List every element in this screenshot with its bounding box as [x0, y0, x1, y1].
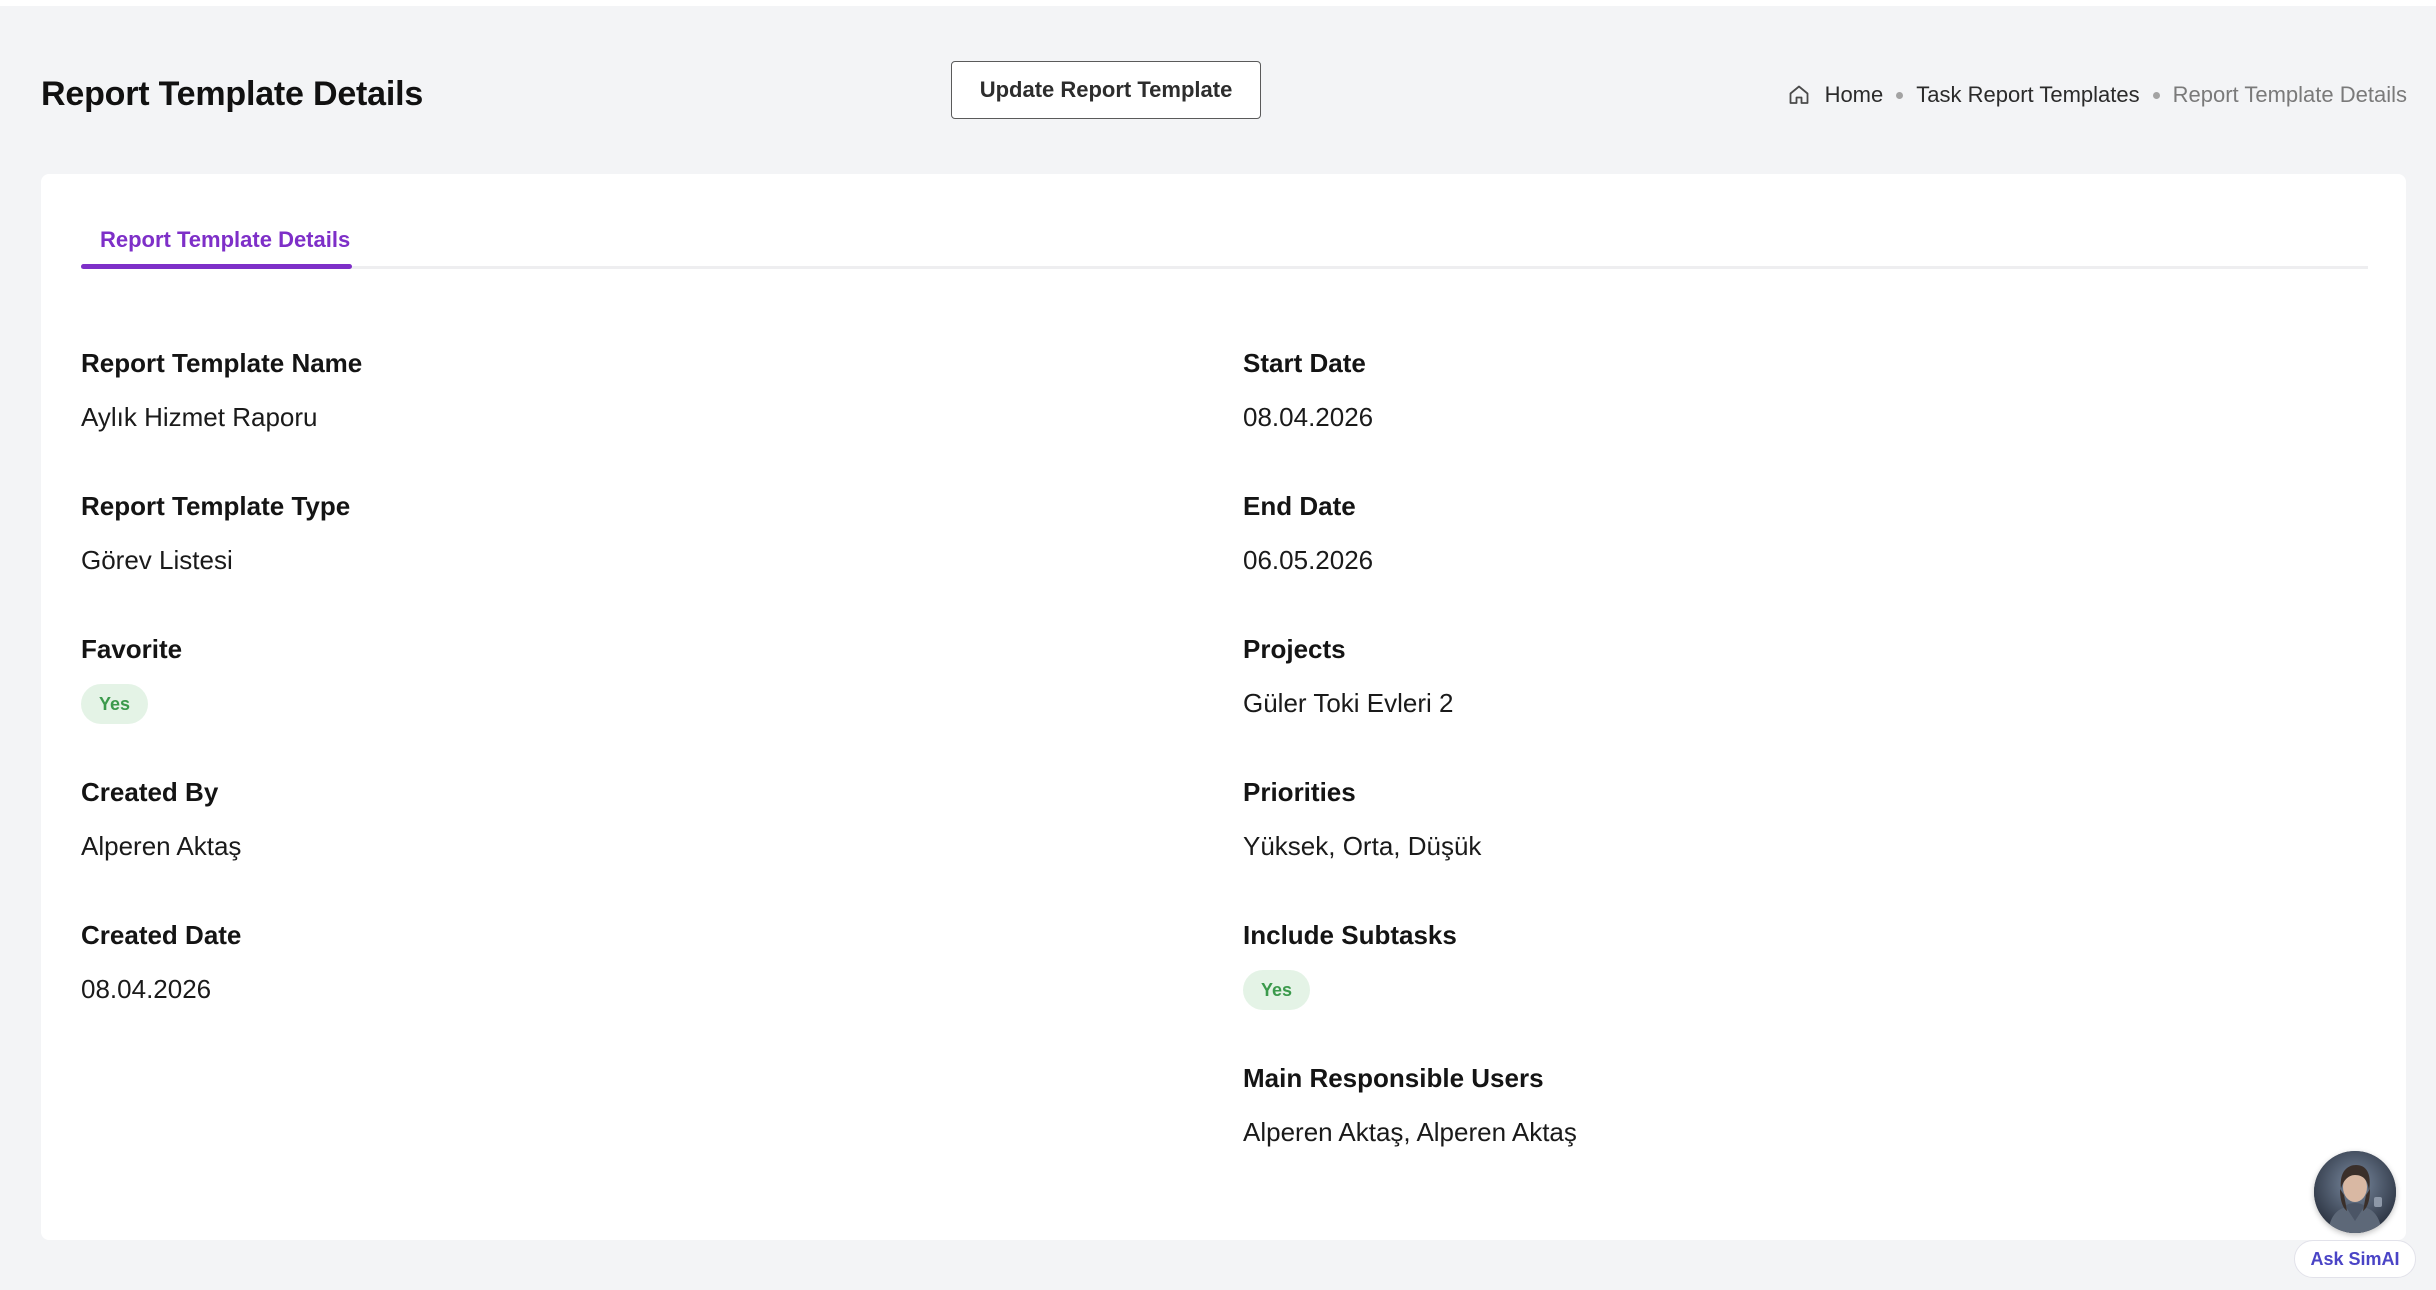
- field-label: End Date: [1243, 491, 1356, 521]
- tab-bar: Report Template Details: [81, 214, 2368, 269]
- breadcrumb-current: Report Template Details: [2172, 82, 2407, 107]
- field-value: Aylık Hizmet Raporu: [81, 402, 318, 432]
- field-projects: Projects Güler Toki Evleri 2: [1243, 632, 2343, 775]
- update-report-template-button[interactable]: Update Report Template: [951, 61, 1261, 119]
- field-report-template-name: Report Template Name Aylık Hizmet Raporu: [81, 346, 1181, 489]
- ask-simai-button[interactable]: Ask SimAI: [2294, 1240, 2416, 1278]
- field-label: Main Responsible Users: [1243, 1063, 1544, 1093]
- field-label: Priorities: [1243, 777, 1356, 807]
- field-label: Favorite: [81, 634, 183, 664]
- breadcrumb-separator: [1896, 91, 1904, 99]
- field-label: Projects: [1243, 634, 1346, 664]
- field-value: Yüksek, Orta, Düşük: [1243, 831, 1482, 861]
- field-end-date: End Date 06.05.2026: [1243, 489, 2343, 632]
- field-label: Created Date: [81, 920, 242, 950]
- include-subtasks-status-badge: Yes: [1243, 970, 1311, 1010]
- field-report-template-type: Report Template Type Görev Listesi: [81, 489, 1181, 632]
- details-left-column: Report Template Name Aylık Hizmet Raporu…: [81, 346, 1181, 1061]
- field-main-responsible-users: Main Responsible Users Alperen Aktaş, Al…: [1243, 1061, 2343, 1204]
- breadcrumb: Home Task Report Templates Report Templa…: [1787, 78, 2407, 112]
- field-label: Start Date: [1243, 348, 1366, 378]
- field-label: Include Subtasks: [1243, 920, 1457, 950]
- field-value: Alperen Aktaş: [81, 831, 242, 861]
- field-value: 08.04.2026: [81, 974, 212, 1004]
- field-created-by: Created By Alperen Aktaş: [81, 775, 1181, 918]
- page-background: Report Template Details Update Report Te…: [0, 6, 2436, 1290]
- details-right-column: Start Date 08.04.2026 End Date 06.05.202…: [1243, 346, 2343, 1204]
- field-created-date: Created Date 08.04.2026: [81, 918, 1181, 1061]
- field-value: Güler Toki Evleri 2: [1243, 688, 1454, 718]
- assistant-avatar-icon[interactable]: [2314, 1151, 2396, 1233]
- field-value: 06.05.2026: [1243, 545, 1374, 575]
- field-value: 08.04.2026: [1243, 402, 1374, 432]
- page-title: Report Template Details: [41, 75, 424, 113]
- field-include-subtasks: Include Subtasks Yes: [1243, 918, 2343, 1061]
- favorite-status-badge: Yes: [81, 684, 149, 724]
- field-priorities: Priorities Yüksek, Orta, Düşük: [1243, 775, 2343, 918]
- field-start-date: Start Date 08.04.2026: [1243, 346, 2343, 489]
- breadcrumb-task-report-templates[interactable]: Task Report Templates: [1916, 82, 2139, 108]
- details-card: Report Template Details Report Template …: [41, 174, 2406, 1240]
- field-label: Report Template Type: [81, 491, 351, 521]
- home-icon[interactable]: [1787, 83, 1811, 107]
- field-value: Görev Listesi: [81, 545, 233, 575]
- field-label: Report Template Name: [81, 348, 363, 378]
- field-label: Created By: [81, 777, 219, 807]
- field-favorite: Favorite Yes: [81, 632, 1181, 775]
- ask-simai-widget[interactable]: Ask SimAI: [2294, 1151, 2416, 1281]
- active-tab-indicator: [81, 264, 352, 269]
- breadcrumb-separator: [2152, 91, 2160, 99]
- field-value: Alperen Aktaş, Alperen Aktaş: [1243, 1117, 1577, 1147]
- breadcrumb-home[interactable]: Home: [1825, 82, 1884, 108]
- tab-report-template-details[interactable]: Report Template Details: [81, 214, 369, 266]
